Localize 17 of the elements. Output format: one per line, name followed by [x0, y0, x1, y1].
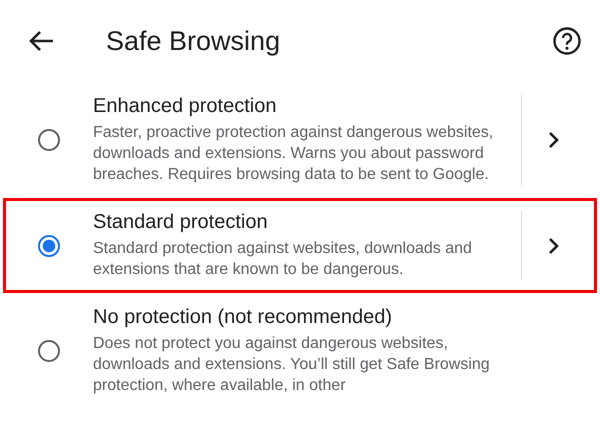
option-title: Standard protection — [93, 211, 269, 234]
help-icon[interactable] — [552, 26, 582, 56]
option-row[interactable]: No protection (not recommended) Does not protect you against dangerous websites, downloads and extensions. You’ll still get Safe Browsing protection, where available, in other — [3, 293, 597, 409]
option-description: Standard protection against websites, downloads and extensions that are known to be dangerous. — [93, 239, 473, 280]
page-title: Safe Browsing — [106, 26, 282, 56]
highlighted-option-row[interactable]: Standard protection Standard protection against websites, downloads and extensions that are known to be dangerous. — [3, 198, 597, 293]
option-description: Does not protect you against dangerous websites, downloads and extensions. You’ll still get Safe Browsing protection, where available, in other — [93, 334, 491, 396]
chevron-icon[interactable] — [548, 236, 560, 254]
option-description: Faster, proactive protection against dangerous websites, downloads and extensions. Warns you about password breaches. Requires browsing data to be sent to Google. — [93, 123, 494, 185]
radio-button[interactable] — [38, 129, 60, 151]
back-arrow-icon[interactable] — [28, 30, 54, 52]
option-row[interactable]: Enhanced protection Faster, proactive protection against dangerous websites, downloads and extensions. Warns you about password breaches. Requires browsing data to be sent to Google. — [3, 82, 597, 198]
option-title: No protection (not recommended) — [93, 306, 394, 329]
radio-button[interactable] — [38, 340, 60, 362]
option-title: Enhanced protection — [93, 95, 278, 118]
radio-button[interactable] — [38, 234, 60, 256]
chevron-icon[interactable] — [548, 131, 560, 149]
